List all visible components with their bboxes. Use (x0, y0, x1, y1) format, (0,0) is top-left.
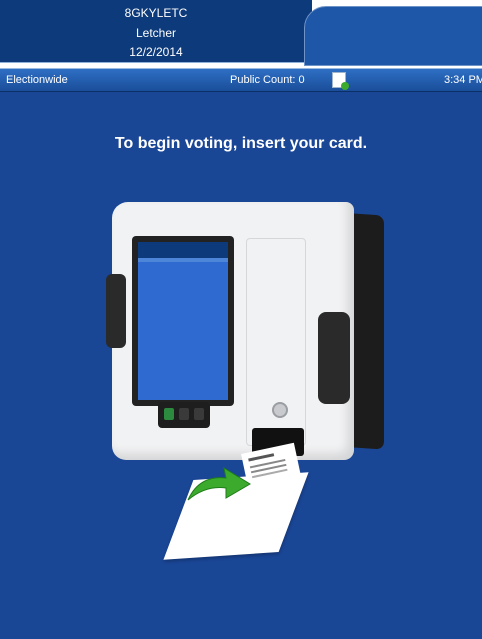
header-info-panel: 8GKYLETC Letcher 12/2/2014 (0, 0, 312, 63)
device-screen (138, 242, 228, 400)
voting-screen: 8GKYLETC Letcher 12/2/2014 Electionwide … (0, 0, 482, 639)
election-date: 12/2/2014 (129, 45, 183, 59)
contest-label: Electionwide (6, 74, 68, 86)
status-bar: Electionwide Public Count: 0 3:34 PM (0, 68, 482, 92)
public-count: Public Count: 0 (230, 74, 305, 86)
device-screen-statusbar (138, 258, 228, 262)
insert-card-instruction: To begin voting, insert your card. (114, 135, 368, 152)
device-left-grip (106, 274, 126, 348)
clock-time: 3:34 PM (444, 74, 482, 86)
insert-arrow-icon (187, 466, 251, 501)
device-screen-header (138, 242, 228, 258)
keypad-key-icon (179, 408, 189, 420)
device-knob (272, 402, 288, 418)
main-panel: To begin voting, insert your card. (0, 92, 482, 639)
device-right-grip (318, 312, 350, 404)
device-keypad (158, 402, 210, 428)
keypad-key-icon (194, 408, 204, 420)
keypad-key-icon (164, 408, 174, 420)
county-name: Letcher (135, 26, 177, 40)
document-check-icon (332, 72, 349, 90)
election-code: 8GKYLETC (124, 6, 188, 20)
header-tab (304, 6, 482, 66)
